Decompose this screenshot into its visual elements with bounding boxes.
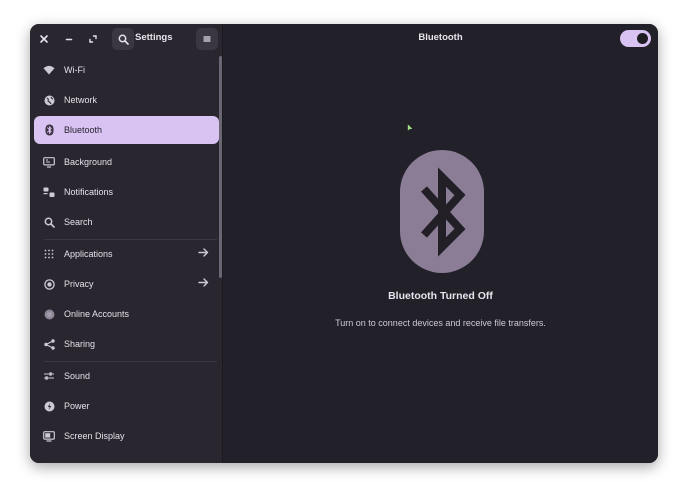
sidebar-item-notifications[interactable]: Notifications [34,178,219,206]
sidebar-item-label: Online Accounts [64,309,130,319]
page-title: Bluetooth [418,32,463,43]
sidebar-scrollbar[interactable] [219,56,222,278]
sidebar-item-label: Network [64,95,98,105]
search-button[interactable] [112,28,134,50]
applications-grid-icon [42,247,56,261]
sidebar-item-label: Sound [64,371,91,381]
bluetooth-icon [421,166,466,257]
maximize-icon [89,35,97,43]
maximize-button[interactable] [82,28,104,50]
sidebar-item-sharing[interactable]: Sharing [34,330,219,358]
hamburger-menu-icon [203,36,211,42]
online-accounts-icon [42,307,56,321]
minimize-icon [65,38,73,41]
sidebar-item-network[interactable]: Network [34,86,219,114]
toggle-knob [637,33,648,44]
sidebar: Settings Wi-Fi Network Bluetooth Backgro… [30,24,223,463]
sidebar-item-label: Power [64,401,90,411]
sidebar-item-label: Background [64,157,113,167]
notifications-icon [42,185,56,199]
sidebar-item-label: Applications [64,249,113,259]
minimize-button[interactable] [58,28,80,50]
privacy-icon [42,277,56,291]
network-globe-icon [42,93,56,107]
sharing-icon [42,337,56,351]
sidebar-item-online-accounts[interactable]: Online Accounts [34,300,219,328]
sidebar-title: Settings [135,32,173,43]
background-monitor-icon [42,155,56,169]
sidebar-item-sound[interactable]: Sound [34,362,219,390]
sidebar-item-search[interactable]: Search [34,208,219,236]
sidebar-item-power[interactable]: Power [34,392,219,420]
sidebar-item-label: Bluetooth [64,125,103,135]
arrow-right-icon [198,247,209,261]
close-icon [40,35,48,43]
wifi-icon [42,63,56,77]
sidebar-item-label: Sharing [64,339,96,349]
search-icon [42,215,56,229]
sidebar-item-label: Screen Display [64,431,125,441]
sidebar-item-bluetooth[interactable]: Bluetooth [34,116,219,144]
main-panel: Bluetooth Bluetooth Turned Off Turn on t… [223,24,658,463]
power-icon [42,399,56,413]
bluetooth-icon [42,123,56,137]
bluetooth-toggle-switch[interactable] [620,30,651,47]
sidebar-item-privacy[interactable]: Privacy [34,270,219,298]
settings-window: Settings Wi-Fi Network Bluetooth Backgro… [30,24,658,463]
sidebar-item-applications[interactable]: Applications [34,240,219,268]
status-title: Bluetooth Turned Off [388,290,493,302]
close-button[interactable] [33,28,55,50]
sidebar-header: Settings [30,24,222,53]
sidebar-item-label: Search [64,217,93,227]
status-description: Turn on to connect devices and receive f… [335,318,546,328]
sidebar-item-wifi[interactable]: Wi-Fi [34,56,219,84]
main-menu-button[interactable] [196,28,218,50]
arrow-right-icon [198,277,209,291]
sidebar-item-label: Wi-Fi [64,65,85,75]
mouse-cursor-icon [407,120,414,138]
sound-icon [42,369,56,383]
sidebar-item-label: Privacy [64,279,94,289]
search-icon [118,34,129,45]
screen-display-icon [42,429,56,443]
sidebar-item-screen-display[interactable]: Screen Display [34,422,219,450]
sidebar-item-label: Notifications [64,187,114,197]
bluetooth-status-illustration [400,150,484,273]
sidebar-item-background[interactable]: Background [34,148,219,176]
